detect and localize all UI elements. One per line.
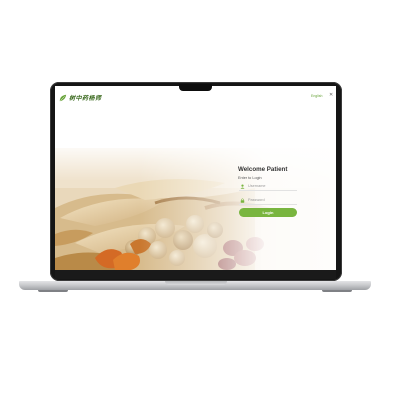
username-field[interactable] bbox=[239, 182, 297, 191]
brand-name: 树中药杨师 bbox=[69, 95, 102, 102]
leaf-icon bbox=[59, 94, 67, 101]
brand-logo[interactable]: 树中药杨师 bbox=[59, 93, 102, 102]
user-icon bbox=[240, 184, 245, 189]
laptop-foot-left bbox=[38, 290, 68, 292]
login-button[interactable]: Login bbox=[239, 208, 297, 217]
language-switch[interactable]: English bbox=[311, 94, 322, 98]
close-icon[interactable]: ✕ bbox=[329, 93, 333, 98]
photo-right-fade bbox=[55, 141, 336, 270]
laptop-opening-notch bbox=[165, 281, 227, 285]
password-field[interactable] bbox=[239, 196, 297, 205]
laptop-foot-right bbox=[322, 290, 352, 292]
lock-icon bbox=[240, 197, 245, 203]
laptop-screen: 树中药杨师 English ✕ Welcome Patient Enter to… bbox=[55, 86, 336, 270]
camera-notch bbox=[179, 84, 212, 91]
laptop-screen-chin bbox=[55, 270, 336, 279]
login-title: Welcome Patient bbox=[238, 166, 288, 173]
login-subtitle: Enter to Login bbox=[238, 176, 262, 180]
username-input[interactable] bbox=[248, 183, 294, 189]
password-input[interactable] bbox=[248, 197, 294, 203]
